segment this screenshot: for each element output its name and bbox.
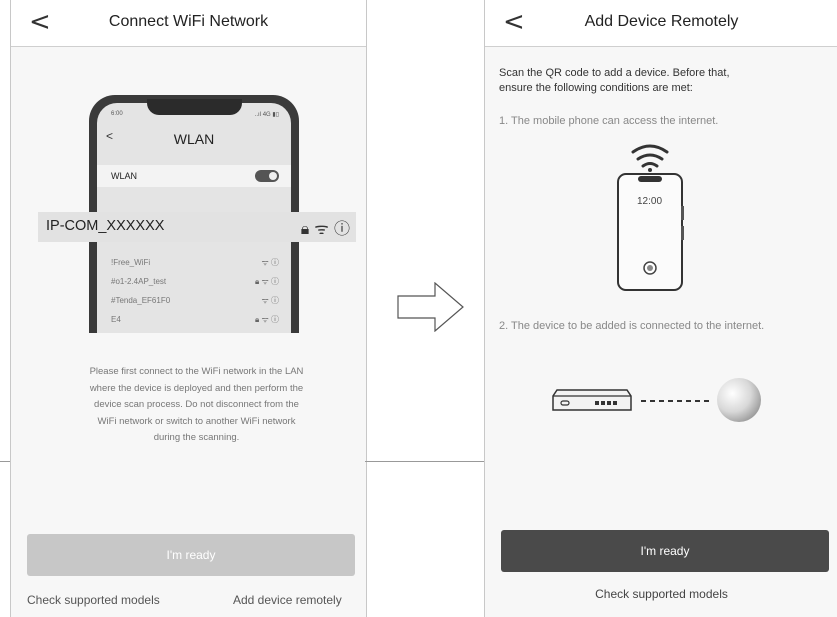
status-indicators: ..ıl 4G ▮▯ <box>254 112 279 118</box>
im-ready-button[interactable]: I'm ready <box>501 530 829 572</box>
instruction-line: during the scanning. <box>153 432 240 443</box>
list-item: !Free_WiFi ᯤ ⓘ <box>97 253 291 273</box>
check-supported-models-link[interactable]: Check supported models <box>485 587 837 601</box>
header-bar: < Connect WiFi Network <box>11 0 366 47</box>
network-name: !Free_WiFi <box>111 258 151 267</box>
instruction-text: Please first connect to the WiFi network… <box>69 364 324 447</box>
wifi-icon <box>631 144 669 172</box>
arrow-right-icon <box>397 282 464 332</box>
network-name: #o1-2.4AP_test <box>111 277 167 286</box>
add-device-remotely-link[interactable]: Add device remotely <box>233 593 342 607</box>
list-item: #Tenda_EF61F0 ᯤ ⓘ <box>97 291 291 311</box>
add-device-remotely-screen: < Add Device Remotely Scan the QR code t… <box>484 0 837 617</box>
list-item: E4 🔒︎ ᯤ ⓘ <box>97 310 291 330</box>
intro-text: Scan the QR code to add a device. Before… <box>499 66 829 96</box>
phone-notch <box>147 99 242 115</box>
header-bar: < Add Device Remotely <box>485 0 837 47</box>
highlighted-network-name: IP-COM_XXXXXX <box>46 218 165 234</box>
status-time: 6:00 <box>111 111 123 117</box>
wifi-icon: ᯤ ⓘ <box>261 258 279 267</box>
list-item: #o1-2.4AP_test 🔒︎ ᯤ ⓘ <box>97 272 291 292</box>
router-internet-illustration <box>552 378 761 422</box>
highlighted-network-row: IP-COM_XXXXXX 🔒︎ ᯤ ⓘ <box>38 212 356 242</box>
intro-line: ensure the following conditions are met: <box>499 82 693 94</box>
divider <box>0 461 10 462</box>
wifi-icon: 🔒︎ ᯤ ⓘ <box>254 277 279 286</box>
instruction-line: where the device is deployed and then pe… <box>89 382 304 394</box>
intro-line: Scan the QR code to add a device. Before… <box>499 67 730 79</box>
wlan-toggle-icon <box>255 170 279 182</box>
globe-icon <box>717 378 761 422</box>
router-icon <box>552 389 632 411</box>
instruction-line: Please first connect to the WiFi network… <box>89 366 304 377</box>
check-supported-models-link[interactable]: Check supported models <box>27 593 160 607</box>
wifi-icon: ᯤ ⓘ <box>261 296 279 305</box>
condition-2: 2. The device to be added is connected t… <box>499 320 765 332</box>
divider <box>365 461 484 462</box>
wifi-icon: 🔒︎ ᯤ ⓘ <box>254 315 279 324</box>
connect-wifi-screen: < Connect WiFi Network 6:00 ..ıl 4G ▮▯ <… <box>10 0 367 617</box>
mobile-phone-wifi-illustration <box>617 144 684 291</box>
phone-clock: 12:00 <box>637 196 663 207</box>
phone-wlan-row: WLAN <box>97 165 291 187</box>
network-status-icon: 🔒︎ ᯤ ⓘ <box>300 219 350 238</box>
page-title: Connect WiFi Network <box>108 13 269 30</box>
phone-wlan-label: WLAN <box>111 171 138 181</box>
phone-wlan-title: WLAN <box>173 131 215 147</box>
condition-1: 1. The mobile phone can access the inter… <box>499 115 719 127</box>
instruction-line: WiFi network or switch to another WiFi n… <box>97 415 296 427</box>
network-name: #Tenda_EF61F0 <box>111 296 171 305</box>
instruction-line: device scan process. Do not disconnect f… <box>94 399 299 410</box>
network-name: E4 <box>111 315 121 324</box>
page-title: Add Device Remotely <box>584 13 739 30</box>
im-ready-button[interactable]: I'm ready <box>27 534 355 576</box>
